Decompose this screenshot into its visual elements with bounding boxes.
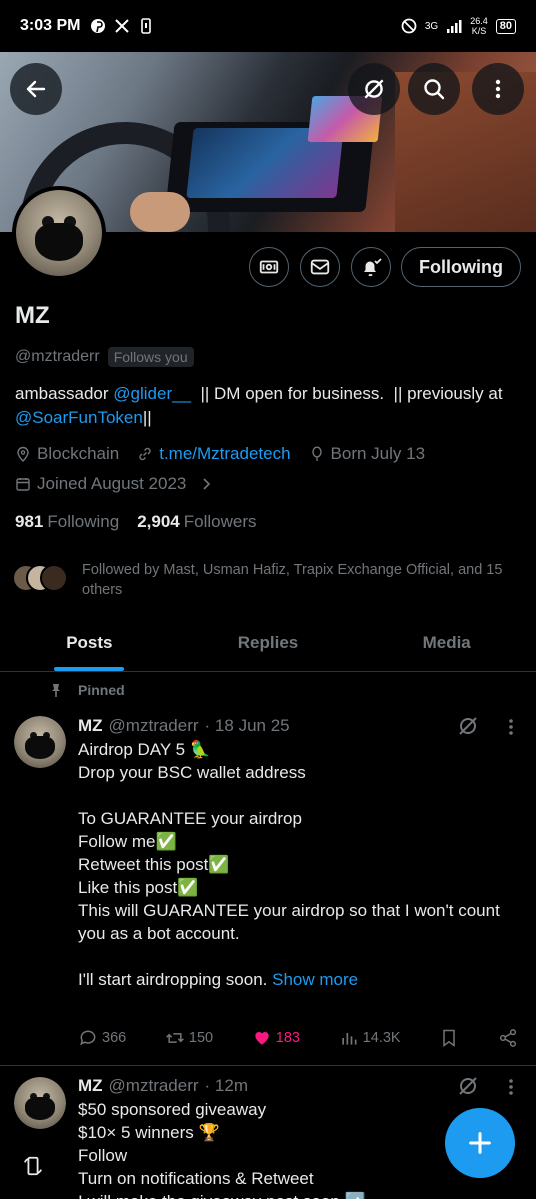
post-header: MZ @mztraderr · 12m: [78, 1076, 248, 1096]
back-button[interactable]: [10, 63, 62, 115]
search-button[interactable]: [408, 63, 460, 115]
follows-you-badge: Follows you: [107, 347, 194, 367]
followers-count-link[interactable]: 2,904 Followers: [137, 512, 256, 532]
plus-icon: [469, 1132, 491, 1154]
post-more-icon[interactable]: [502, 1076, 520, 1098]
status-time: 3:03 PM: [20, 17, 81, 34]
envelope-icon: [310, 259, 330, 275]
reply-button[interactable]: 366: [78, 1028, 126, 1048]
show-more-link[interactable]: Show more: [272, 970, 358, 989]
profile-handle: @mztraderr: [15, 348, 100, 365]
post-avatar[interactable]: [14, 1077, 66, 1129]
chevron-right-icon: [203, 478, 211, 490]
phone-notification-icon: [141, 18, 152, 34]
bookmark-icon: [443, 1029, 456, 1047]
follow-counts: 981 Following 2,904 Followers: [15, 512, 256, 532]
bio-text: ambassador: [15, 384, 114, 403]
do-not-disturb-icon: [401, 18, 417, 34]
like-button[interactable]: 183: [252, 1028, 300, 1048]
grok-slash-icon[interactable]: [456, 1074, 480, 1098]
view-count: 14.3K: [362, 1030, 401, 1046]
grok-button[interactable]: [348, 63, 400, 115]
bookmark-button[interactable]: [439, 1028, 459, 1048]
post-author-handle: @mztraderr: [108, 1076, 199, 1095]
post-more-icon[interactable]: [502, 716, 520, 738]
bio-text: || DM open for business. || previously a…: [191, 384, 508, 403]
post-divider: [0, 1065, 536, 1066]
post-author-name[interactable]: MZ: [78, 1076, 103, 1096]
bio-mention-glider[interactable]: @glider__: [113, 384, 191, 403]
followed-by-row[interactable]: Followed by Mast, Usman Hafiz, Trapix Ex…: [12, 560, 522, 600]
post-date: · 18 Jun 25: [204, 716, 290, 735]
profile-avatar[interactable]: [12, 186, 106, 280]
tab-posts[interactable]: Posts: [0, 620, 179, 671]
views-button[interactable]: 14.3K: [339, 1028, 401, 1048]
link-icon: [139, 447, 151, 461]
joined-row[interactable]: Joined August 2023: [15, 474, 214, 494]
like-count: 183: [275, 1030, 300, 1046]
message-button[interactable]: [300, 247, 340, 287]
tab-media[interactable]: Media: [357, 620, 536, 671]
more-options-button[interactable]: [472, 63, 524, 115]
calendar-icon: [16, 478, 30, 491]
post-author-handle: @mztraderr: [108, 716, 199, 735]
profile-location: Blockchain: [37, 444, 120, 463]
balloon-icon: [311, 446, 322, 461]
post-avatar[interactable]: [14, 716, 66, 768]
x-logo-icon: [115, 19, 130, 33]
heart-filled-icon: [255, 1032, 269, 1045]
search-icon: [424, 79, 445, 100]
post-body-text: Drop your BSC wallet address To GUARANTE…: [78, 763, 500, 989]
post-text: Airdrop DAY 5 🦜 Drop your BSC wallet add…: [78, 738, 518, 991]
pin-icon: [52, 684, 60, 697]
location-pin-icon: [17, 446, 29, 462]
pinned-label-row: Pinned: [48, 682, 125, 698]
more-vertical-icon: [495, 79, 501, 99]
post-actions: 366 150 183 14.3K: [78, 1028, 518, 1048]
reply-count: 366: [102, 1030, 127, 1046]
profile-meta: Blockchain t.me/Mztradetech Born July 13: [15, 444, 425, 464]
reply-icon: [80, 1030, 96, 1046]
following-button[interactable]: Following: [401, 247, 521, 287]
handle-row: @mztraderr Follows you: [15, 347, 194, 367]
profile-joined: Joined August 2023: [37, 474, 187, 493]
profile-bio: ambassador @glider__ || DM open for busi…: [15, 382, 521, 430]
tab-replies[interactable]: Replies: [179, 620, 358, 671]
pinterest-icon: [91, 19, 106, 33]
pinned-label: Pinned: [78, 682, 125, 698]
bio-text: ||: [142, 408, 152, 427]
post-header: MZ @mztraderr · 18 Jun 25: [78, 716, 290, 736]
money-icon: [259, 260, 279, 274]
post-title: Airdrop DAY 5 🦜: [78, 740, 211, 759]
network-speed: 26.4 K/S: [470, 16, 488, 36]
bell-check-icon: [364, 258, 382, 277]
profile-website[interactable]: t.me/Mztradetech: [159, 444, 290, 464]
arrow-left-icon: [26, 80, 46, 98]
compose-button[interactable]: [445, 1108, 515, 1178]
retweet-count: 150: [188, 1030, 214, 1046]
followed-by-text: Followed by Mast, Usman Hafiz, Trapix Ex…: [82, 562, 503, 598]
profile-name: MZ: [15, 302, 50, 329]
status-bar: 3:03 PM 3G 26.4 K/S 80: [0, 0, 536, 52]
mutual-avatars: [12, 560, 72, 596]
retweet-icon: [166, 1033, 184, 1043]
profile-tabs: Posts Replies Media: [0, 620, 536, 672]
signal-icon: [447, 20, 462, 33]
following-count-link[interactable]: 981 Following: [15, 512, 119, 532]
profile-birthday: Born July 13: [330, 444, 426, 463]
network-type: 3G: [424, 20, 439, 32]
share-button[interactable]: [498, 1028, 518, 1048]
slash-circle-icon: [364, 79, 384, 99]
post-date: · 12m: [204, 1076, 249, 1095]
post-author-name[interactable]: MZ: [78, 716, 103, 736]
subscribe-button[interactable]: [249, 247, 289, 287]
grok-slash-icon[interactable]: [456, 714, 480, 738]
screen-rotate-icon[interactable]: [22, 1155, 44, 1177]
battery-indicator: 80: [495, 18, 516, 34]
notifications-button[interactable]: [351, 247, 391, 287]
bio-mention-soarfun[interactable]: @SoarFunToken: [15, 408, 143, 427]
share-icon: [499, 1029, 517, 1047]
retweet-button[interactable]: 150: [165, 1028, 213, 1048]
bar-chart-icon: [342, 1033, 357, 1045]
